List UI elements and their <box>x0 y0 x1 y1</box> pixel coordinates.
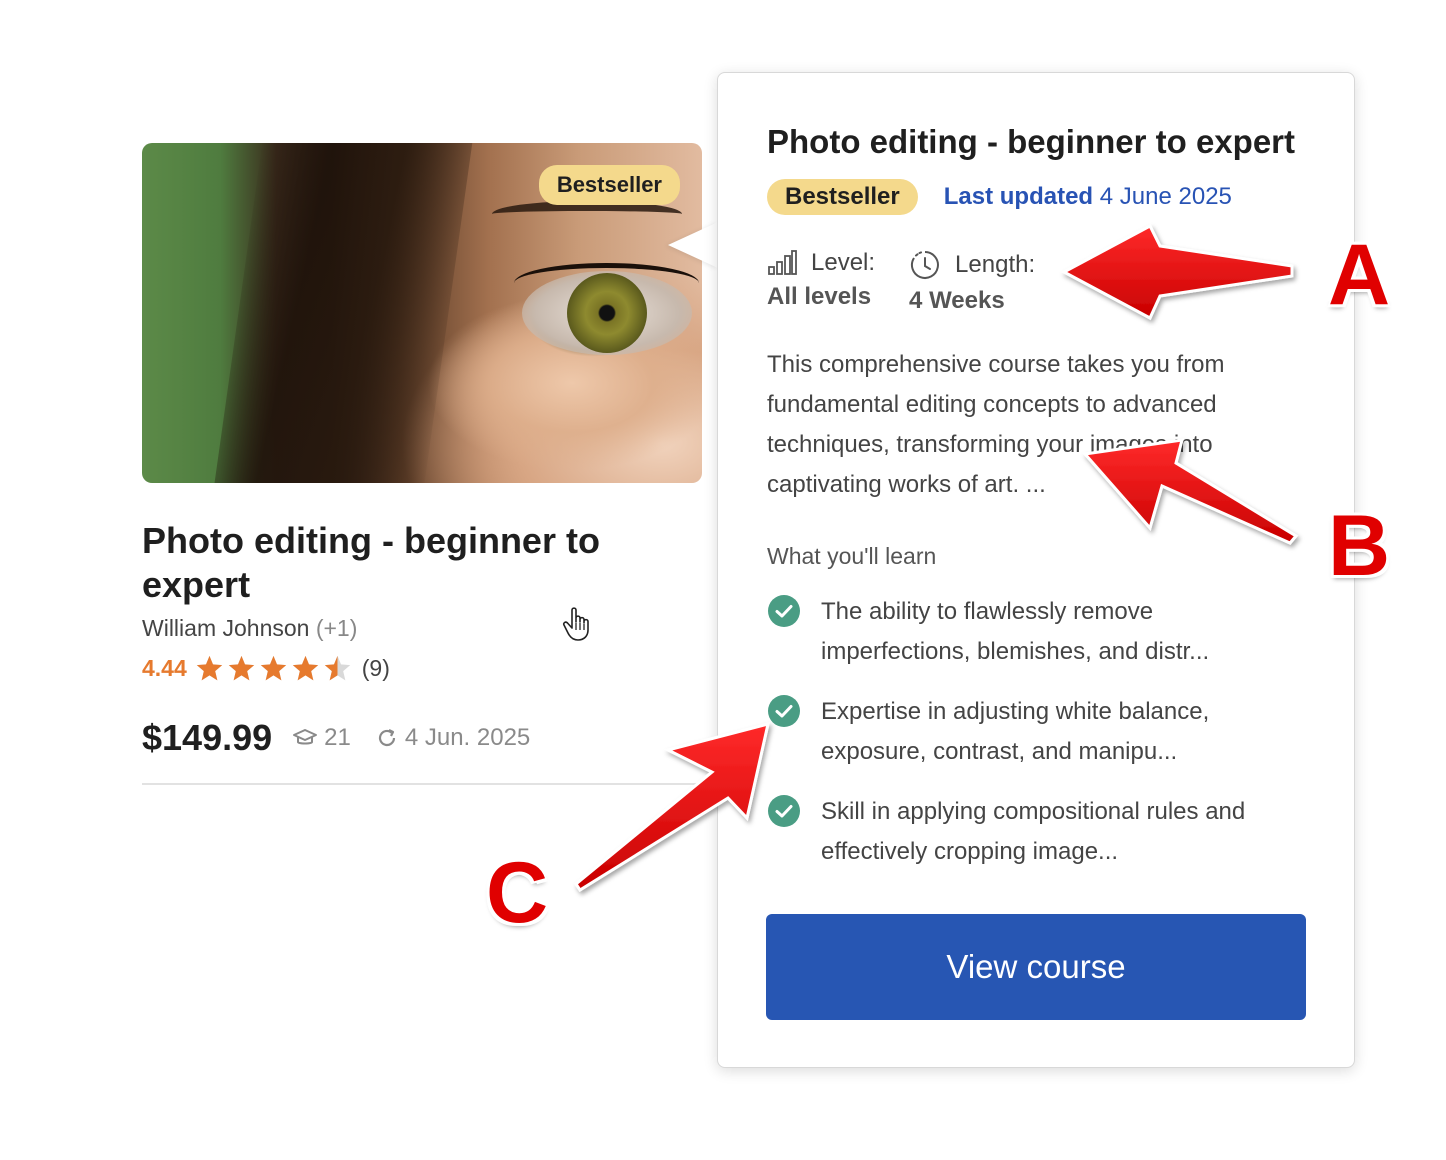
price-row: $149.99 21 4 Jun. 2025 <box>142 717 702 759</box>
clock-icon <box>911 251 939 279</box>
annotation-letter-c: C <box>486 845 549 941</box>
last-updated-label: Last updated <box>943 183 1094 210</box>
length-value: 4 Weeks <box>909 287 1005 314</box>
bestseller-badge: Bestseller <box>538 165 680 205</box>
course-preview-popover: Photo editing - beginner to expert Bests… <box>717 72 1355 1068</box>
learn-item: Skill in applying compositional rules an… <box>767 792 1307 872</box>
rating-value: 4.44 <box>142 655 187 681</box>
popover-bestseller-badge: Bestseller <box>767 179 918 215</box>
thumbnail-hair-shape <box>208 143 476 483</box>
star-full-icon <box>196 655 222 681</box>
learn-list: The ability to flawlessly remove imperfe… <box>767 592 1307 872</box>
annotation-letter-b: B <box>1328 498 1391 594</box>
length-label: Length: <box>955 251 1036 278</box>
level-value: All levels <box>767 283 872 310</box>
students-meta: 21 <box>292 724 351 752</box>
learn-heading: What you'll learn <box>767 543 937 569</box>
star-full-icon <box>292 655 318 681</box>
popover-badges: Bestseller Last updated 4 June 2025 <box>767 179 1307 215</box>
thumbnail-lash-shape <box>514 263 699 303</box>
learn-item: The ability to flawlessly remove imperfe… <box>767 592 1307 672</box>
learn-item-text: The ability to flawlessly remove imperfe… <box>821 598 1210 665</box>
star-full-icon <box>260 655 286 681</box>
view-course-button[interactable]: View course <box>766 914 1306 1020</box>
learn-item: Expertise in adjusting white balance, ex… <box>767 692 1307 772</box>
popover-pointer <box>668 222 718 268</box>
course-specs: Level: All levels Length: 4 Weeks <box>767 249 1307 315</box>
check-circle-icon <box>768 795 800 827</box>
annotation-letter-a: A <box>1328 227 1391 323</box>
course-thumbnail[interactable]: Bestseller <box>142 143 702 483</box>
updated-meta: 4 Jun. 2025 <box>375 724 530 752</box>
star-full-icon <box>228 655 254 681</box>
level-bars-icon <box>768 250 797 275</box>
hand-cursor-icon <box>562 607 589 641</box>
graduation-cap-icon <box>293 729 318 745</box>
learn-item-text: Skill in applying compositional rules an… <box>821 798 1246 865</box>
refresh-icon <box>378 729 395 747</box>
last-updated-date: 4 June 2025 <box>1099 183 1232 210</box>
course-description: This comprehensive course takes you from… <box>767 351 1225 498</box>
length-spec: Length: 4 Weeks <box>909 249 1035 315</box>
review-count: (9) <box>361 655 390 681</box>
level-label: Level: <box>811 249 876 276</box>
check-circle-icon <box>768 695 800 727</box>
last-updated: Last updated 4 June 2025 <box>944 183 1232 211</box>
course-title[interactable]: Photo editing - beginner to expert <box>142 519 662 607</box>
author-name: William Johnson <box>142 615 310 641</box>
star-half-icon <box>324 655 350 681</box>
learn-item-text: Expertise in adjusting white balance, ex… <box>821 698 1210 765</box>
author-extra-count: (+1) <box>315 615 358 641</box>
level-spec: Level: All levels <box>767 249 875 315</box>
students-count: 21 <box>324 724 351 751</box>
course-price: $149.99 <box>142 717 273 758</box>
course-card[interactable]: Bestseller Photo editing - beginner to e… <box>142 143 702 785</box>
check-circle-icon <box>768 595 800 627</box>
card-divider <box>142 783 702 785</box>
popover-title: Photo editing - beginner to expert <box>767 123 1295 160</box>
course-authors: William Johnson (+1) <box>142 615 702 642</box>
rating-stars <box>195 654 352 683</box>
updated-date: 4 Jun. 2025 <box>404 724 531 751</box>
rating-row: 4.44 (9) <box>142 654 702 683</box>
